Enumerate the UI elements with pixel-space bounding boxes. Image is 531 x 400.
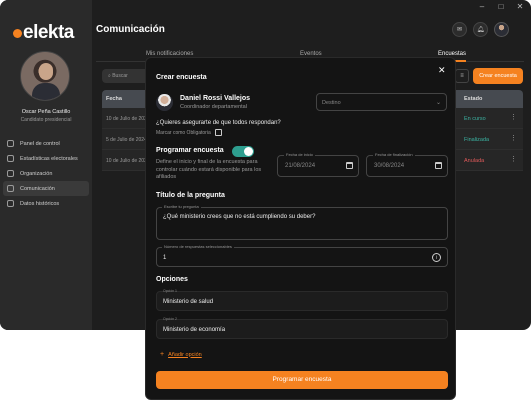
row-date: 5 de Julio de 2024 [106, 137, 147, 143]
sidebar-item-comunicacion[interactable]: Comunicación [3, 181, 89, 196]
mail-icon[interactable]: ✉ [452, 22, 467, 37]
dashboard-icon [7, 140, 14, 147]
schedule-toggle[interactable] [232, 146, 254, 157]
filter-button[interactable]: ≡ [455, 69, 469, 83]
sidebar-item-panel-de-control[interactable]: Panel de control [0, 136, 92, 151]
question-label: Escribe tu pregunta [162, 204, 201, 209]
logo-text: elekta [23, 22, 74, 43]
responses-count-field[interactable]: Número de respuestas seleccionables 1 i [156, 244, 448, 267]
create-survey-button[interactable]: Crear encuesta [473, 68, 523, 84]
chat-icon [7, 185, 14, 192]
mandatory-row: Marcar como Obligatoria [156, 129, 222, 136]
header-actions: ✉ 🔔︎ [452, 22, 509, 37]
destino-select[interactable]: Destino ⌄ [316, 93, 447, 111]
start-date-field[interactable]: Fecha de inicio 21/08/2024 [277, 152, 359, 177]
user-avatar [20, 51, 70, 101]
sidebar-item-label: Organización [20, 170, 53, 177]
logo-dot-icon [13, 28, 22, 38]
author-name: Daniel Rossi Vallejos [180, 95, 251, 102]
schedule-label: Programar encuesta [156, 147, 224, 154]
start-date-label: Fecha de inicio [284, 152, 315, 157]
end-date-value: 30/08/2024 [374, 163, 405, 169]
page-title: Comunicación [96, 24, 165, 35]
row-status: Anulada [464, 158, 485, 164]
options-section-title: Opciones [156, 276, 188, 283]
bell-icon[interactable]: 🔔︎ [473, 22, 488, 37]
org-icon [7, 170, 14, 177]
kebab-menu-icon[interactable]: ⋮ [510, 113, 517, 121]
responses-count-label: Número de respuestas seleccionables [162, 244, 234, 249]
column-header-fecha: Fecha [106, 96, 122, 102]
sidebar-item-label: Panel de control [20, 140, 60, 147]
mandatory-label: Marcar como Obligatoria [156, 129, 211, 136]
destino-placeholder: Destino [322, 100, 341, 106]
close-icon[interactable]: ✕ [438, 65, 446, 76]
sidebar-item-estadisticas[interactable]: Estadísticas electorales [0, 151, 92, 166]
row-status: En curso [464, 116, 486, 122]
window-controls: – □ ✕ [477, 2, 525, 12]
calendar-icon[interactable] [346, 162, 353, 169]
program-survey-button[interactable]: Programar encuesta [156, 371, 448, 389]
question-textarea[interactable]: Escribe tu pregunta ¿Qué ministerio cree… [156, 204, 448, 240]
minimize-icon[interactable]: – [477, 2, 487, 12]
user-role: Candidato presidencial [20, 117, 72, 123]
sidebar: elekta Oscar Peña Castillo Candidato pre… [0, 0, 92, 330]
end-date-label: Fecha de finalización [373, 152, 415, 157]
kebab-menu-icon[interactable]: ⋮ [510, 134, 517, 142]
question-section-title: Título de la pregunta [156, 192, 225, 199]
maximize-icon[interactable]: □ [496, 2, 506, 12]
sidebar-nav: Panel de control Estadísticas electorale… [0, 136, 92, 211]
mandatory-checkbox[interactable] [214, 129, 222, 136]
author-role: Coordinador departamental [180, 104, 247, 110]
row-date: 10 de Julio de 2024 [106, 158, 150, 164]
row-date: 10 de Julio de 2024 [106, 116, 150, 122]
option-label: Opción 1 [163, 289, 178, 293]
option-field[interactable]: Opción 2 Ministerio de economía [156, 317, 448, 339]
add-option-link[interactable]: + Añadir opción [160, 351, 202, 358]
user-name: Oscar Peña Castillo [21, 109, 71, 115]
column-header-estado: Estado [464, 96, 483, 102]
create-survey-modal: Crear encuesta ✕ Daniel Rossi Vallejos C… [145, 57, 456, 400]
sidebar-item-label: Estadísticas electorales [20, 155, 78, 162]
mandatory-question: ¿Quieres asegurarte de que todos respond… [156, 120, 281, 126]
option-value: Ministerio de economía [163, 327, 226, 333]
option-field[interactable]: Opción 1 Ministerio de salud [156, 289, 448, 311]
sidebar-item-label: Datos históricos [20, 200, 60, 207]
row-status: Finalizada [464, 137, 490, 143]
calendar-icon[interactable] [435, 162, 442, 169]
sidebar-item-organizacion[interactable]: Organización [0, 166, 92, 181]
end-date-field[interactable]: Fecha de finalización 30/08/2024 [366, 152, 448, 177]
header-avatar[interactable] [494, 22, 509, 37]
plus-icon: + [160, 351, 165, 358]
search-placeholder: Buscar [112, 73, 128, 79]
option-value: Ministerio de salud [163, 299, 214, 305]
question-value: ¿Qué ministerio crees que no está cumpli… [163, 214, 316, 220]
sidebar-item-datos-historicos[interactable]: Datos históricos [0, 196, 92, 211]
chevron-down-icon: ⌄ [435, 100, 441, 106]
history-icon [7, 200, 14, 207]
modal-title: Crear encuesta [156, 74, 207, 81]
schedule-description: Define el inicio y final de la encuesta … [156, 159, 262, 180]
responses-count-value: 1 [163, 255, 167, 261]
brand-logo: elekta [13, 22, 74, 44]
add-option-label: Añadir opción [168, 351, 202, 358]
start-date-value: 21/08/2024 [285, 163, 316, 169]
chart-icon [7, 155, 14, 162]
option-label: Opción 2 [163, 317, 178, 321]
author-avatar [156, 94, 173, 111]
kebab-menu-icon[interactable]: ⋮ [510, 155, 517, 163]
info-icon[interactable]: i [432, 253, 441, 262]
sidebar-item-label: Comunicación [20, 185, 55, 192]
close-window-icon[interactable]: ✕ [515, 2, 525, 12]
filter-icon: ≡ [460, 73, 464, 79]
